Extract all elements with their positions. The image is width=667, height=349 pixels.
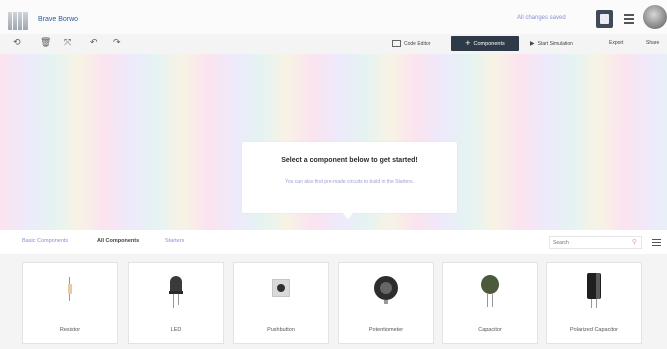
component-card-capacitor[interactable]: Capacitor bbox=[442, 262, 538, 344]
circuit-view-button[interactable] bbox=[596, 10, 613, 28]
potentiometer-icon bbox=[374, 276, 398, 304]
component-card-resistor[interactable]: Resistor bbox=[22, 262, 118, 344]
circuit-view-icon bbox=[600, 14, 609, 24]
saved-status: All changes saved bbox=[517, 15, 566, 21]
resistor-icon bbox=[68, 277, 72, 301]
search-box[interactable]: ⚲ bbox=[549, 236, 642, 249]
component-label: Resistor bbox=[59, 327, 81, 333]
grid-view-icon[interactable] bbox=[652, 239, 661, 246]
get-started-tip: Select a component below to get started!… bbox=[242, 142, 457, 213]
undo-icon[interactable]: ↶ bbox=[90, 37, 98, 48]
rotate-icon[interactable]: ⟲ bbox=[13, 37, 21, 48]
share-button[interactable]: Share bbox=[646, 40, 659, 46]
plus-icon: + bbox=[465, 38, 471, 48]
component-card-led[interactable]: LED bbox=[128, 262, 224, 344]
code-editor-label: Code Editor bbox=[404, 40, 431, 47]
component-card-pushbutton[interactable]: Pushbutton bbox=[233, 262, 329, 344]
code-icon bbox=[392, 40, 401, 47]
top-bar: Brave Borwo All changes saved bbox=[0, 0, 667, 34]
component-label: LED bbox=[170, 327, 182, 333]
play-icon: ▶ bbox=[530, 41, 535, 47]
component-label: Pushbutton bbox=[267, 327, 295, 333]
search-input[interactable] bbox=[553, 239, 623, 247]
search-icon[interactable]: ⚲ bbox=[632, 238, 637, 246]
component-card-potentiometer[interactable]: Potentiometer bbox=[338, 262, 434, 344]
component-label: Capacitor bbox=[478, 327, 502, 333]
components-panel-header: Basic Components All Components Starters… bbox=[0, 230, 667, 254]
tip-title: Select a component below to get started! bbox=[281, 157, 418, 164]
list-view-icon[interactable] bbox=[624, 14, 634, 24]
start-simulation-button[interactable]: ▶ Start Simulation bbox=[530, 40, 573, 47]
component-card-polarized-capacitor[interactable]: Polarized Capacitor bbox=[546, 262, 642, 344]
components-label: Components bbox=[473, 40, 505, 47]
components-button[interactable]: + Components bbox=[451, 36, 519, 51]
tip-arrow bbox=[342, 212, 354, 219]
component-label: Potentiometer bbox=[368, 327, 404, 333]
polarized-capacitor-icon bbox=[587, 273, 601, 309]
tip-text: You can also find pre-made circuits to b… bbox=[284, 179, 415, 185]
capacitor-icon bbox=[481, 275, 499, 309]
component-label: Polarized Capacitor bbox=[570, 327, 618, 333]
delete-icon[interactable]: 🗑 bbox=[40, 37, 51, 48]
start-simulation-label: Start Simulation bbox=[537, 41, 573, 47]
tab-basic-components[interactable]: Basic Components bbox=[22, 238, 68, 244]
avatar[interactable] bbox=[643, 5, 667, 29]
led-icon bbox=[169, 276, 183, 310]
redo-icon[interactable]: ↷ bbox=[113, 37, 121, 48]
toolbar: ⟲ 🗑 ⤧ ↶ ↷ Code Editor + Components ▶ Star… bbox=[0, 34, 667, 54]
flip-icon[interactable]: ⤧ bbox=[64, 37, 71, 48]
component-list: Resistor LED Pushbutton Potentiometer Ca… bbox=[0, 254, 667, 349]
code-editor-button[interactable]: Code Editor bbox=[392, 40, 430, 47]
export-button[interactable]: Export bbox=[609, 40, 623, 46]
design-name[interactable]: Brave Borwo bbox=[38, 16, 78, 23]
tab-starters[interactable]: Starters bbox=[165, 238, 184, 244]
app-logo-icon[interactable] bbox=[8, 12, 28, 30]
tab-all-components[interactable]: All Components bbox=[97, 238, 139, 244]
pushbutton-icon bbox=[272, 279, 290, 297]
